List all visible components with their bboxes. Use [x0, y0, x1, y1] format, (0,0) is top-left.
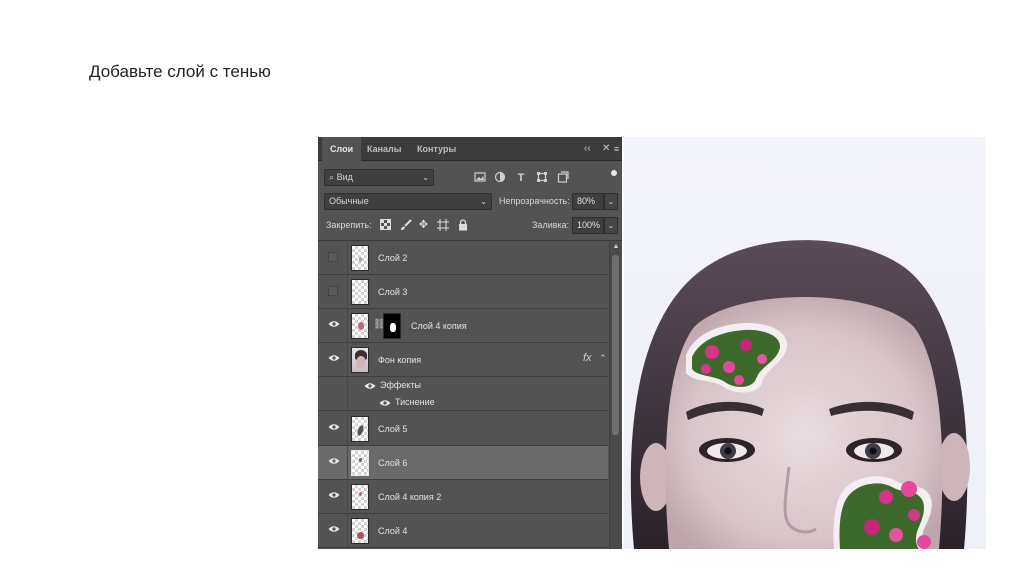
fill-input[interactable]: 100%: [572, 217, 604, 234]
layer-row[interactable]: ⛓ Слой 4 копия: [318, 309, 608, 343]
collapse-icon[interactable]: ‹‹: [584, 143, 591, 155]
layer-thumbnail: [351, 279, 369, 305]
eye-icon[interactable]: [364, 382, 376, 390]
layer-effects-icon[interactable]: fx: [583, 352, 592, 364]
lock-transparent-icon[interactable]: [379, 219, 392, 232]
effects-row[interactable]: Эффекты: [318, 377, 608, 394]
layer-name: Слой 2: [378, 253, 408, 263]
eye-icon[interactable]: [328, 457, 340, 465]
layer-name: Фон копия: [378, 355, 422, 365]
scrollbar-thumb[interactable]: [612, 255, 619, 435]
effects-label: Эффекты: [380, 380, 421, 390]
layer-row[interactable]: Слой 3: [318, 275, 608, 309]
blend-mode-value: Обычные: [329, 196, 369, 206]
visibility-toggle[interactable]: [328, 286, 338, 296]
chevron-up-icon[interactable]: ▲: [610, 241, 622, 253]
layer-thumbnail: [351, 347, 369, 373]
fill-label: Заливка:: [532, 220, 570, 230]
chevron-down-icon: ⌄: [422, 173, 429, 182]
portrait-image: [624, 137, 986, 549]
lock-artboard-icon[interactable]: [436, 219, 449, 232]
layer-filter-select[interactable]: ⌕ Вид ⌄: [324, 169, 434, 186]
blend-mode-select[interactable]: Обычные ⌄: [324, 193, 492, 210]
lock-brush-icon[interactable]: [399, 219, 412, 232]
layer-thumbnail: [351, 416, 369, 442]
filter-smart-object-icon[interactable]: [556, 171, 570, 185]
layer-name: Слой 4 копия 2: [378, 492, 442, 502]
layer-row[interactable]: Слой 2: [318, 241, 608, 275]
tab-channels[interactable]: Каналы: [359, 137, 409, 161]
chevron-up-icon[interactable]: ⌃: [599, 353, 607, 364]
layer-row[interactable]: Слой 5: [318, 412, 608, 446]
filter-pixel-icon[interactable]: [473, 171, 487, 185]
opacity-input[interactable]: 80%: [572, 193, 604, 210]
layer-name: Слой 4 копия: [411, 321, 467, 331]
layer-name: Слой 5: [378, 424, 408, 434]
layer-row[interactable]: Фон копия fx ⌃: [318, 343, 608, 377]
layer-name: Слой 6: [378, 458, 408, 468]
layer-thumbnail: [351, 484, 369, 510]
opacity-dropdown-button[interactable]: ⌄: [604, 193, 618, 210]
layer-row[interactable]: Слой 6: [318, 446, 608, 480]
fill-dropdown-button[interactable]: ⌄: [604, 217, 618, 234]
layer-thumbnail: [351, 518, 369, 544]
chevron-down-icon: ⌄: [480, 197, 487, 206]
lock-move-icon[interactable]: ✥: [417, 219, 430, 232]
layer-row[interactable]: Слой 4 копия 2: [318, 480, 608, 514]
filter-label: Вид: [336, 172, 353, 182]
eye-icon[interactable]: [328, 423, 340, 431]
eye-icon[interactable]: [328, 491, 340, 499]
filter-shape-icon[interactable]: [535, 171, 549, 185]
filter-toggle[interactable]: [611, 170, 617, 184]
effect-item-row[interactable]: Тиснение: [318, 394, 608, 411]
eye-icon[interactable]: [379, 399, 391, 407]
visibility-toggle[interactable]: [328, 252, 338, 262]
tab-paths[interactable]: Контуры: [409, 137, 464, 161]
close-icon[interactable]: ✕: [602, 143, 610, 155]
layer-name: Слой 4: [378, 526, 408, 536]
layer-thumbnail: [351, 313, 369, 339]
effect-item-label: Тиснение: [395, 397, 435, 407]
layers-panel: Слои Каналы Контуры ‹‹ ✕ ≡ ⌕ Вид ⌄ T Обы…: [318, 137, 622, 549]
layer-row[interactable]: Слой 4: [318, 514, 608, 548]
eye-icon[interactable]: [328, 354, 340, 362]
search-icon: ⌕: [329, 172, 335, 182]
lock-all-icon[interactable]: [456, 219, 469, 232]
layer-name: Слой 3: [378, 287, 408, 297]
tab-layers[interactable]: Слои: [322, 137, 362, 161]
panel-tab-bar: Слои Каналы Контуры ‹‹ ✕ ≡: [318, 137, 622, 161]
eye-icon[interactable]: [328, 320, 340, 328]
filter-type-icon[interactable]: T: [514, 171, 528, 185]
lock-label: Закрепить:: [326, 220, 372, 230]
opacity-label: Непрозрачность:: [499, 196, 570, 206]
layers-scrollbar[interactable]: ▲: [609, 241, 621, 549]
eye-icon[interactable]: [328, 525, 340, 533]
layer-mask-thumbnail: [383, 313, 401, 339]
layer-thumbnail: [351, 245, 369, 271]
slide-title: Добавьте слой с тенью: [89, 62, 271, 81]
layer-thumbnail: [351, 450, 369, 476]
panel-menu-icon[interactable]: ≡: [614, 143, 619, 155]
filter-adjustment-icon[interactable]: [493, 171, 507, 185]
